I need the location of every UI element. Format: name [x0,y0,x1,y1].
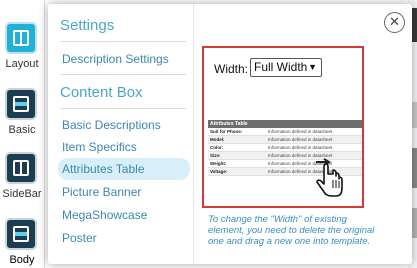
toolbar-divider [44,0,45,268]
body-button[interactable]: Body [0,218,44,268]
row-key: Suit for Phone: [210,129,243,134]
hand-cursor-icon [316,158,343,197]
row-key: Size: [210,153,221,158]
settings-modal: Settings Description Settings Content Bo… [48,4,412,264]
menu-item-picture-banner[interactable]: Picture Banner [62,185,141,199]
basic-label: Basic [8,124,36,136]
row-key: Model: [210,137,225,142]
basic-button[interactable]: Basic [0,88,44,150]
dropdown-arrow-icon: ▼ [308,62,317,72]
row-value: Information defined in datasheet [268,137,333,142]
sidebar-button[interactable]: SideBar [0,152,44,214]
settings-menu: Settings Description Settings Content Bo… [48,4,194,264]
menu-item-basic-descriptions[interactable]: Basic Descriptions [62,118,161,132]
menu-item-megashowcase[interactable]: MegaShowcase [62,208,147,222]
table-row: Model: Information defined in datasheet [208,136,362,144]
width-select[interactable]: Full Width ▼ [250,58,322,77]
table-row: Suit for Phone: Information defined in d… [208,128,362,136]
close-icon: ✕ [389,14,400,29]
divider [60,108,186,109]
left-toolbar: Layout Basic SideBar Body [0,0,48,268]
row-value: Information defined in datasheet [268,145,333,150]
sidebar-icon [5,152,37,184]
layout-label: Layout [5,58,39,70]
body-icon [5,218,37,250]
row-value: Information defined in datasheet [268,129,333,134]
row-key: Color: [210,145,224,150]
width-label: Width: [214,62,249,76]
attributes-table-title: Attributes Table [208,120,362,128]
divider [60,41,186,42]
width-select-value: Full Width [254,60,308,74]
row-key: Voltage: [210,169,228,174]
row-key: Weight: [210,161,227,166]
width-change-note: To change the "Width" of existing elemen… [208,214,375,247]
sidebar-label: SideBar [2,188,42,200]
table-row: Color: Information defined in datasheet [208,144,362,152]
layout-icon [5,22,37,54]
divider [60,74,186,75]
content-box-heading: Content Box [60,84,143,101]
body-label: Body [9,254,35,266]
close-button[interactable]: ✕ [384,12,405,33]
basic-icon [5,88,37,120]
menu-item-item-specifics[interactable]: Item Specifics [62,140,137,154]
layout-button[interactable]: Layout [0,22,44,84]
menu-item-attributes-table[interactable]: Attributes Table [62,162,145,176]
settings-heading: Settings [60,17,115,34]
menu-item-poster[interactable]: Poster [62,231,97,245]
menu-item-description-settings[interactable]: Description Settings [62,52,169,66]
preview-frame: Width: Full Width ▼ Attributes Table Sui… [202,46,364,208]
